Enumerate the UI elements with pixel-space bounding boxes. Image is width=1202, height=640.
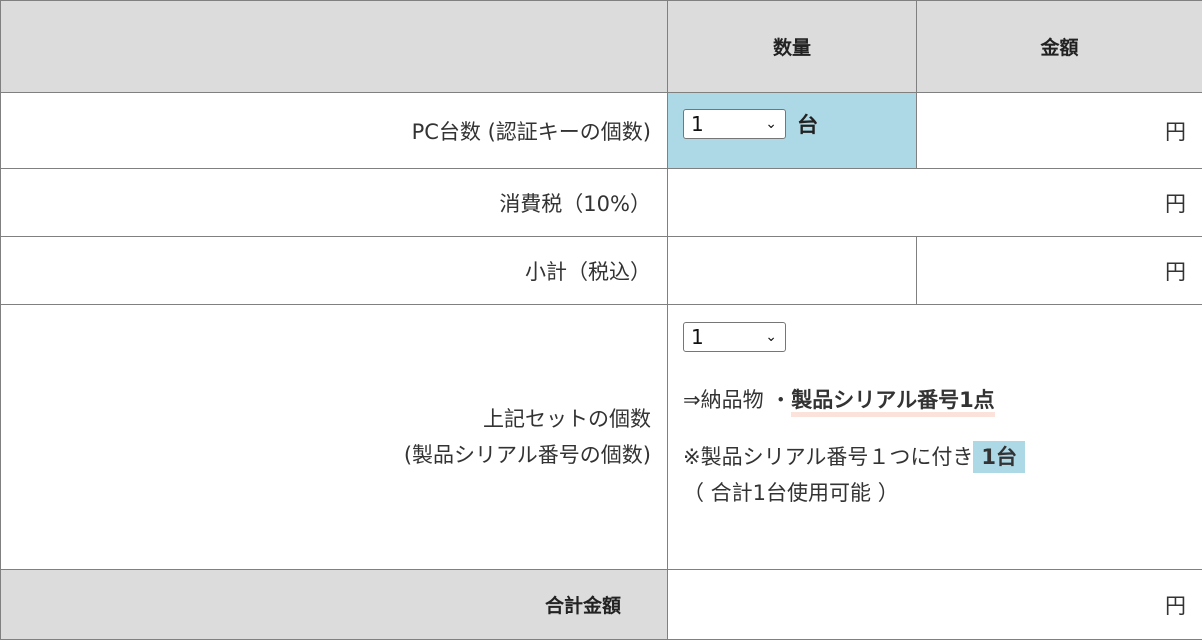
tax-amount: 円	[668, 169, 1202, 237]
chevron-down-icon: ⌄	[765, 110, 777, 138]
tax-row: 消費税（10%） 円	[1, 169, 1202, 237]
pc-count-label: PC台数 (認証キーの個数)	[1, 93, 668, 169]
subtotal-qty-cell	[668, 237, 917, 305]
set-count-label: 上記セットの個数 (製品シリアル番号の個数)	[1, 305, 668, 570]
header-qty: 数量	[668, 1, 917, 93]
note-total: （ 合計1台使用可能 ）	[683, 477, 1201, 507]
note-prefix: ※製品シリアル番号１つに付き	[683, 445, 973, 469]
set-row: 上記セットの個数 (製品シリアル番号の個数) 1 ⌄ ⇒納品物 ・製品シリアル番…	[1, 305, 1202, 570]
delivery-item: 製品シリアル番号1点	[791, 388, 994, 417]
delivery-prefix: ⇒納品物 ・	[683, 388, 791, 412]
pc-unit-label: 台	[797, 113, 818, 137]
tax-label: 消費税（10%）	[1, 169, 668, 237]
header-row: 数量 金額	[1, 1, 1202, 93]
total-row: 合計金額 円	[1, 570, 1202, 640]
header-blank-cell	[1, 1, 668, 93]
set-detail-cell: 1 ⌄ ⇒納品物 ・製品シリアル番号1点 ※製品シリアル番号１つに付き1台 （ …	[668, 305, 1202, 570]
pc-count-select[interactable]: 1 ⌄	[683, 109, 786, 139]
header-amount: 金額	[917, 1, 1202, 93]
note-line: ※製品シリアル番号１つに付き1台	[683, 441, 1201, 471]
chevron-down-icon: ⌄	[765, 323, 777, 351]
delivery-line: ⇒納品物 ・製品シリアル番号1点	[683, 384, 1201, 414]
total-label: 合計金額	[1, 570, 668, 640]
subtotal-row: 小計（税込） 円	[1, 237, 1202, 305]
set-count-label-line2: (製品シリアル番号の個数)	[2, 437, 651, 473]
note-highlight: 1台	[973, 441, 1025, 473]
set-count-select-value: 1	[691, 325, 704, 349]
pc-count-select-value: 1	[691, 112, 704, 136]
subtotal-label: 小計（税込）	[1, 237, 668, 305]
pc-amount: 円	[917, 93, 1202, 169]
total-amount: 円	[668, 570, 1202, 640]
subtotal-amount: 円	[917, 237, 1202, 305]
set-count-label-line1: 上記セットの個数	[2, 401, 651, 437]
pc-row: PC台数 (認証キーの個数) 1 ⌄ 台 円	[1, 93, 1202, 169]
set-count-select[interactable]: 1 ⌄	[683, 322, 786, 352]
pc-qty-cell: 1 ⌄ 台	[668, 93, 917, 169]
order-form-table: 数量 金額 PC台数 (認証キーの個数) 1 ⌄ 台 円 消費税（10%） 円 …	[0, 0, 1202, 640]
